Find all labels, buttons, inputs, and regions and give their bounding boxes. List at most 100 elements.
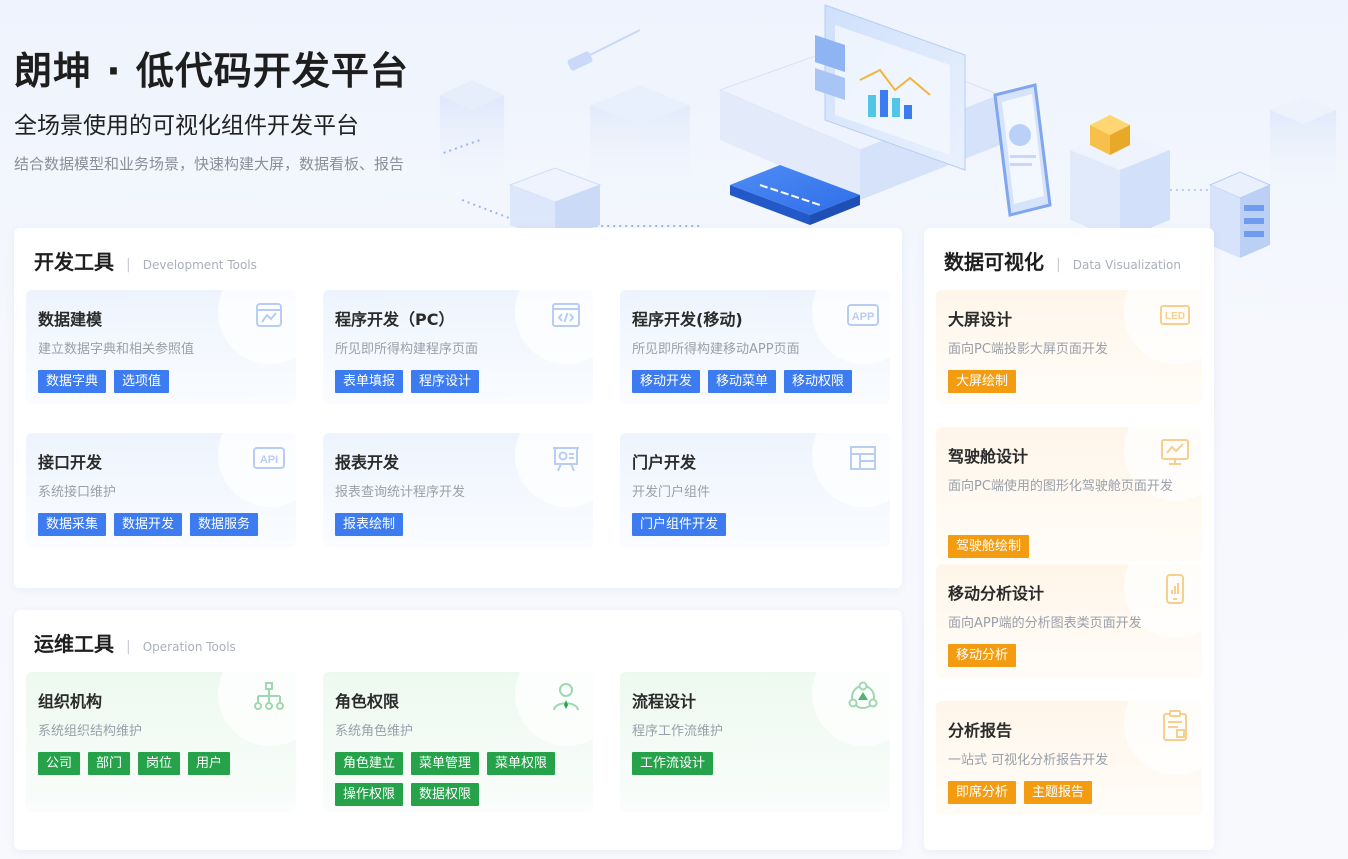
page-description: 结合数据模型和业务场景，快速构建大屏，数据看板、报告 [14,155,405,173]
tag-button[interactable]: 门户组件开发 [632,513,727,536]
ops-tools-panel: 运维工具 | Operation Tools 组织机构 系统组织结构维护 公司 … [14,610,902,850]
ops-tools-title-en: Operation Tools [142,640,236,654]
dashboard-monitor-icon [1161,439,1189,465]
card-analysis-report[interactable]: 分析报告 一站式 可视化分析报告开发 即席分析 主题报告 [936,701,1202,815]
tag-button[interactable]: 数据服务 [190,513,259,536]
tag-button[interactable]: 菜单权限 [487,752,556,775]
tag-button[interactable]: 用户 [188,752,231,775]
card-description: 面向APP端的分析图表类页面开发 [948,616,1142,631]
card-data-modeling[interactable]: 数据建模 建立数据字典和相关参照值 数据字典 选项值 [26,290,296,404]
card-description: 系统角色维护 [335,724,414,739]
card-title: 门户开发 [632,453,697,472]
card-title: 接口开发 [38,453,103,472]
tag-button[interactable]: 选项值 [114,370,170,393]
ops-tools-title: 运维工具 [34,632,114,656]
card-description: 所见即所得构建移动APP页面 [632,342,800,357]
card-description: 系统组织结构维护 [38,724,143,739]
card-description: 面向PC端投影大屏页面开发 [948,342,1108,357]
card-title: 分析报告 [948,721,1013,740]
card-title: 角色权限 [335,692,400,711]
data-vis-header: 数据可视化 | Data Visualization [944,246,1181,275]
card-big-screen-design[interactable]: LED 大屏设计 面向PC端投影大屏页面开发 大屏绘制 [936,290,1202,404]
card-description: 一站式 可视化分析报告开发 [948,753,1109,768]
led-screen-icon: LED [1160,305,1190,325]
card-role-permission[interactable]: 角色权限 系统角色维护 角色建立 菜单管理 菜单权限 操作权限 数据权限 [323,672,593,812]
tag-button[interactable]: 移动菜单 [708,370,777,393]
ops-tools-header: 运维工具 | Operation Tools [34,628,236,657]
report-clipboard-icon [1163,710,1187,741]
tag-button[interactable]: 驾驶舱绘制 [948,535,1030,558]
tag-button[interactable]: 部门 [88,752,131,775]
tag-button[interactable]: 移动开发 [632,370,701,393]
card-cockpit-design[interactable]: 驾驶舱设计 面向PC端使用的图形化驾驶舱页面开发 驾驶舱绘制 [936,427,1202,561]
card-title: 数据建模 [38,310,103,329]
card-description: 程序工作流维护 [632,724,724,739]
card-title: 组织机构 [38,692,103,711]
user-role-icon [553,683,579,711]
api-icon: API [253,447,285,469]
tag-button[interactable]: 数据权限 [411,783,480,806]
tag-button[interactable]: 大屏绘制 [948,370,1017,393]
card-program-dev-pc[interactable]: 程序开发（PC） 所见即所得构建程序页面 表单填报 程序设计 [323,290,593,404]
tag-button[interactable]: 工作流设计 [632,752,714,775]
svg-text:API: API [260,454,278,466]
card-description: 面向PC端使用的图形化驾驶舱页面开发 [948,479,1173,494]
header-separator: | [126,257,131,273]
code-window-icon [552,303,580,327]
dev-tools-header: 开发工具 | Development Tools [34,246,257,275]
card-description: 建立数据字典和相关参照值 [38,342,195,357]
card-program-dev-mobile[interactable]: APP 程序开发(移动) 所见即所得构建移动APP页面 移动开发 移动菜单 移动… [620,290,890,404]
tag-button[interactable]: 数据字典 [38,370,107,393]
data-vis-panel: 数据可视化 | Data Visualization LED 大屏设计 面向PC… [924,228,1214,850]
card-title: 移动分析设计 [948,584,1045,603]
card-report-dev[interactable]: 报表开发 报表查询统计程序开发 报表绘制 [323,433,593,547]
app-icon: APP [847,304,879,326]
data-model-icon [256,303,282,327]
tag-button[interactable]: 即席分析 [948,781,1017,804]
card-title: 报表开发 [335,453,400,472]
card-organization[interactable]: 组织机构 系统组织结构维护 公司 部门 岗位 用户 [26,672,296,812]
workflow-icon [848,681,878,709]
card-title: 流程设计 [632,692,697,711]
page-title: 朗坤 · 低代码开发平台 [14,49,409,93]
card-workflow-design[interactable]: 流程设计 程序工作流维护 工作流设计 [620,672,890,812]
card-title: 程序开发（PC） [335,310,455,329]
dev-tools-title-en: Development Tools [142,258,257,272]
tag-button[interactable]: 操作权限 [335,783,404,806]
svg-text:APP: APP [852,311,875,323]
card-description: 系统接口维护 [38,485,117,500]
portal-layout-icon [850,446,876,470]
tag-button[interactable]: 数据采集 [38,513,107,536]
presentation-chart-icon [553,447,579,472]
card-portal-dev[interactable]: 门户开发 开发门户组件 门户组件开发 [620,433,890,547]
tag-button[interactable]: 移动权限 [784,370,853,393]
card-api-dev[interactable]: API 接口开发 系统接口维护 数据采集 数据开发 数据服务 [26,433,296,547]
data-vis-title-en: Data Visualization [1072,258,1181,272]
card-title: 程序开发(移动) [632,310,743,329]
card-description: 所见即所得构建程序页面 [335,342,479,357]
org-tree-icon [254,682,284,710]
page-subtitle: 全场景使用的可视化组件开发平台 [14,113,359,139]
tag-button[interactable]: 移动分析 [948,644,1017,667]
mobile-chart-icon [1166,574,1184,604]
tag-button[interactable]: 菜单管理 [411,752,480,775]
tag-button[interactable]: 主题报告 [1024,781,1093,804]
tag-button[interactable]: 表单填报 [335,370,404,393]
card-description: 报表查询统计程序开发 [335,485,466,500]
tag-button[interactable]: 公司 [38,752,81,775]
header-separator: | [126,639,131,655]
card-title: 驾驶舱设计 [948,447,1029,466]
tag-button[interactable]: 程序设计 [411,370,480,393]
card-title: 大屏设计 [948,310,1013,329]
header-separator: | [1056,257,1061,273]
tag-button[interactable]: 数据开发 [114,513,183,536]
dev-tools-title: 开发工具 [34,250,114,274]
card-description: 开发门户组件 [632,485,711,500]
svg-text:LED: LED [1165,311,1185,322]
dev-tools-panel: 开发工具 | Development Tools 数据建模 建立数据字典和相关参… [14,228,902,588]
tag-button[interactable]: 报表绘制 [335,513,404,536]
tag-button[interactable]: 角色建立 [335,752,404,775]
data-vis-title: 数据可视化 [944,250,1044,274]
card-mobile-analysis-design[interactable]: 移动分析设计 面向APP端的分析图表类页面开发 移动分析 [936,564,1202,678]
tag-button[interactable]: 岗位 [138,752,181,775]
